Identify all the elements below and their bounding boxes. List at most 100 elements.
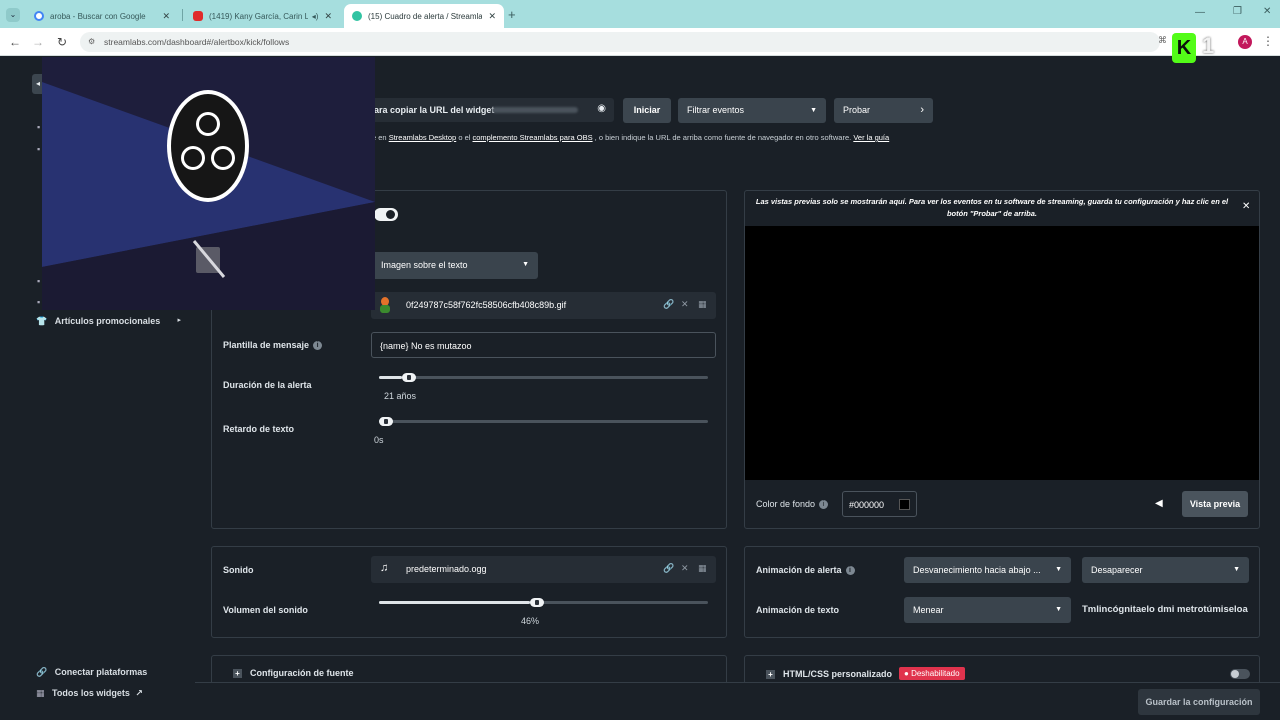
eye-icon[interactable]: ◉	[597, 103, 606, 114]
sound-file-field[interactable]: ♫ predeterminado.ogg 🔗 ✕ ▦	[371, 556, 716, 583]
chevron-right-icon: ▸	[177, 317, 181, 324]
minimize-icon[interactable]: —	[1195, 7, 1205, 18]
extension-badge: 1	[1202, 33, 1215, 58]
save-button[interactable]: Guardar la configuración	[1138, 689, 1260, 715]
translate-icon[interactable]: ⌘	[1158, 35, 1167, 46]
alert-in-dropdown[interactable]: Desvanecimiento hacia abajo ... ▼	[904, 557, 1071, 583]
link-guide[interactable]: Ver la guía	[853, 133, 889, 142]
text-delay-label: Retardo de texto	[223, 424, 295, 434]
site-info-icon[interactable]: ⚙	[88, 32, 95, 52]
address-bar[interactable]: ⚙ streamlabs.com/dashboard#/alertbox/kic…	[80, 32, 1160, 52]
color-swatch[interactable]	[899, 499, 910, 510]
chevron-right-icon: ›	[920, 104, 924, 116]
bg-color-input[interactable]: #000000	[842, 491, 917, 517]
alert-out-dropdown[interactable]: Desaparecer ▼	[1082, 557, 1249, 583]
sidebar-item-connect[interactable]: 🔗 Conectar plataformas	[36, 667, 147, 678]
link-icon[interactable]: 🔗	[663, 299, 674, 310]
forward-icon[interactable]: →	[29, 33, 47, 51]
link-icon: 🔗	[36, 667, 48, 677]
slider-fill	[379, 376, 403, 379]
url-text: streamlabs.com/dashboard#/alertbox/kick/…	[104, 37, 290, 47]
chevron-down-icon: ▼	[1055, 606, 1062, 613]
tab-title: (1419) Kany García, Carin Le	[209, 11, 308, 21]
copy-url-label: ara copiar la URL del widget	[374, 105, 495, 115]
sidebar-icon[interactable]: ▪	[37, 297, 40, 307]
alert-duration-slider[interactable]	[379, 373, 708, 382]
sidebar-icon[interactable]: ▪	[37, 122, 40, 132]
sidebar-icon[interactable]: ▪	[37, 144, 40, 154]
custom-html-label[interactable]: + HTML/CSS personalizado	[766, 669, 892, 679]
alert-duration-label: Duración de la alerta	[223, 380, 312, 390]
custom-html-toggle[interactable]	[1230, 669, 1250, 679]
filter-events-dropdown[interactable]: Filtrar eventos ▼	[678, 98, 826, 123]
link-obs-plugin[interactable]: complemento Streamlabs para OBS	[473, 133, 593, 142]
image-file-field[interactable]: 0f249787c58f762fc58506cfb408c89b.gif 🔗 ✕…	[371, 292, 716, 319]
text-animation-dropdown[interactable]: Menear ▼	[904, 597, 1071, 623]
volume-slider[interactable]	[379, 598, 708, 607]
info-icon[interactable]: i	[819, 500, 829, 510]
slider-handle[interactable]	[530, 598, 545, 607]
slider-handle[interactable]	[402, 373, 417, 382]
text-delay-slider[interactable]	[379, 417, 708, 426]
tab-streamlabs[interactable]: (15) Cuadro de alerta / Streamla ✕	[344, 4, 504, 28]
blurred-url	[492, 107, 578, 113]
tab-search-button[interactable]: ⌄	[6, 8, 20, 22]
clear-icon[interactable]: ✕	[681, 299, 689, 310]
preview-button[interactable]: Vista previa	[1182, 491, 1248, 517]
image-file-name: 0f249787c58f762fc58506cfb408c89b.gif	[406, 300, 567, 310]
image-thumbnail	[378, 297, 392, 314]
label-text: Animación de alerta	[756, 565, 842, 575]
expand-icon: +	[766, 670, 775, 679]
slider-handle[interactable]	[379, 417, 393, 426]
new-tab-icon[interactable]: +	[508, 7, 516, 22]
extension-icon[interactable]: K 1	[1172, 33, 1222, 63]
close-window-icon[interactable]: ✕	[1263, 6, 1271, 17]
link-icon[interactable]: 🔗	[663, 563, 674, 574]
gallery-icon[interactable]: ▦	[698, 299, 707, 310]
reload-icon[interactable]: ↻	[53, 33, 71, 51]
preview-canvas	[745, 226, 1259, 480]
link-streamlabs-desktop[interactable]: Streamlabs Desktop	[389, 133, 457, 142]
text-animation-preview: Tmlincógnitaelo dmi metrotúmiseloa	[1082, 604, 1248, 615]
close-icon[interactable]: ✕	[162, 11, 170, 22]
sidebar-item-promo[interactable]: 👕 Artículos promocionales ▸	[36, 316, 181, 327]
volume-icon[interactable]: ◀	[1155, 498, 1163, 509]
layout-dropdown[interactable]: Imagen sobre el texto ▼	[372, 252, 538, 279]
info-icon[interactable]: i	[845, 566, 855, 576]
sidebar-icon[interactable]: ▪	[37, 276, 40, 286]
camera-off-icon	[192, 240, 226, 278]
alert-in-value: Desvanecimiento hacia abajo ...	[913, 565, 1041, 575]
close-icon[interactable]: ✕	[324, 11, 332, 22]
menu-icon[interactable]: ⋮	[1262, 34, 1274, 48]
message-template-input[interactable]: {name} No es mutazoo	[371, 332, 716, 358]
close-notice-icon[interactable]: ✕	[1242, 201, 1250, 212]
sidebar-item-widgets[interactable]: ▦ Todos los widgets ↗	[36, 688, 143, 699]
tab-google[interactable]: aroba - Buscar con Google ✕	[26, 4, 178, 28]
music-note-icon: ♫	[380, 562, 389, 574]
clear-icon[interactable]: ✕	[681, 563, 689, 574]
streamlabs-icon	[352, 11, 362, 21]
font-config-label[interactable]: + Configuración de fuente	[233, 668, 354, 678]
gallery-icon[interactable]: ▦	[698, 563, 707, 574]
slider-fill	[379, 601, 531, 604]
start-button[interactable]: Iniciar	[623, 98, 671, 123]
close-icon[interactable]: ✕	[488, 11, 496, 22]
alert-duration-value: 21 años	[384, 391, 417, 401]
label-text: Plantilla de mensaje	[223, 340, 310, 350]
dot-icon: ●	[904, 669, 909, 678]
info-icon[interactable]: i	[313, 341, 323, 351]
enable-toggle[interactable]	[374, 208, 398, 221]
external-link-icon: ↗	[135, 688, 143, 698]
restore-icon[interactable]: ❐	[1233, 6, 1242, 17]
sidebar-item-label: Conectar plataformas	[54, 667, 148, 677]
toggle-knob	[1231, 670, 1239, 678]
save-label: Guardar la configuración	[1145, 697, 1253, 707]
tab-youtube[interactable]: (1419) Kany García, Carin Le ◂) ✕	[185, 4, 340, 28]
sidebar-item-label: Todos los widgets	[52, 688, 130, 698]
speaker-icon[interactable]: ◂)	[312, 12, 319, 21]
alert-animation-label: Animación de alerta i	[756, 565, 855, 576]
back-icon[interactable]: ←	[6, 33, 24, 51]
widget-url-field[interactable]: ara copiar la URL del widget ◉	[368, 98, 614, 122]
test-dropdown[interactable]: Probar ›	[834, 98, 933, 123]
profile-avatar[interactable]: A	[1238, 35, 1252, 49]
